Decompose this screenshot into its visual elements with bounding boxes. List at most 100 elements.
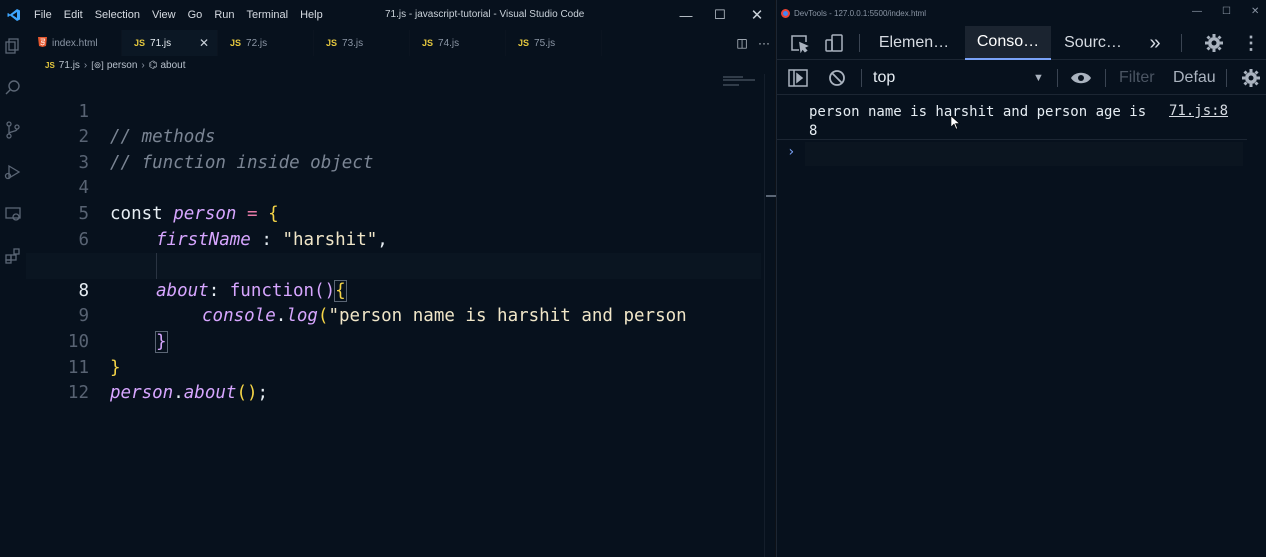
tab-console[interactable]: Conso… (965, 26, 1051, 60)
code-editor[interactable]: 1 // methods 2 // function inside object… (26, 74, 775, 557)
minimize-button[interactable]: — (1192, 6, 1202, 17)
menu-file[interactable]: File (28, 9, 58, 21)
tab-elements[interactable]: Elemen… (873, 26, 955, 60)
menu-help[interactable]: Help (294, 9, 329, 21)
extensions-icon[interactable] (3, 246, 23, 266)
js-file-icon: JS (518, 38, 530, 48)
code-line: 10 } (26, 304, 761, 378)
vscode-logo-icon[interactable] (0, 0, 28, 30)
activity-bar (0, 30, 26, 557)
devtools-window: DevTools - 127.0.0.1:5500/index.html — ☐… (776, 0, 1266, 557)
close-button[interactable]: ✕ (738, 0, 776, 30)
source-control-icon[interactable] (3, 120, 23, 140)
menu-selection[interactable]: Selection (89, 9, 146, 21)
method-icon: ⌬ (148, 59, 158, 71)
search-icon[interactable] (3, 78, 23, 98)
chrome-icon (781, 8, 790, 18)
js-file-icon: JS (45, 60, 55, 70)
editor-scrollbar[interactable] (764, 74, 776, 557)
console-output[interactable]: person name is harshit and person age is… (777, 96, 1266, 557)
menu-bar: File Edit Selection View Go Run Terminal… (28, 9, 329, 21)
devtools-title-bar: DevTools - 127.0.0.1:5500/index.html — ☐… (777, 0, 1266, 26)
code-line: 9 } (26, 279, 761, 353)
clear-console-icon[interactable] (825, 61, 849, 95)
tab-75-js[interactable]: JS 75.js (506, 30, 602, 56)
maximize-button[interactable]: ☐ (1222, 6, 1231, 17)
separator (1181, 34, 1182, 52)
code-text: person.about(); (110, 381, 268, 407)
method: about (183, 383, 237, 404)
paren: () (236, 383, 258, 404)
line-number: 12 (67, 383, 89, 404)
js-file-icon: JS (134, 38, 146, 48)
maximize-button[interactable]: ☐ (701, 0, 739, 30)
tab-73-js[interactable]: JS 73.js (314, 30, 410, 56)
tab-74-js[interactable]: JS 74.js (410, 30, 506, 56)
show-sidebar-icon[interactable] (785, 61, 811, 95)
log-levels-dropdown[interactable]: Defau (1173, 61, 1223, 95)
code-line: 5 firstName : "harshit", (26, 176, 761, 250)
more-actions-icon[interactable]: ··· (753, 36, 775, 50)
separator (859, 34, 860, 52)
context-label: top (873, 69, 896, 86)
explorer-icon[interactable] (3, 36, 23, 56)
code-line: 1 // methods (26, 74, 761, 148)
context-selector[interactable]: top ▼ (873, 61, 1045, 95)
console-settings-gear-icon[interactable] (1239, 61, 1263, 95)
code-line: 7 about: function(){ (26, 228, 761, 302)
html-file-icon (38, 37, 47, 49)
remote-explorer-icon[interactable] (3, 204, 23, 224)
menu-edit[interactable]: Edit (58, 9, 89, 21)
separator (861, 69, 862, 87)
window-title: 71.js - javascript-tutorial - Visual Stu… (385, 9, 585, 20)
code-line: 2 // function inside object (26, 100, 761, 173)
minimize-button[interactable]: — (667, 0, 705, 30)
kebab-menu-icon[interactable]: ⋮ (1241, 26, 1261, 60)
console-input[interactable] (805, 142, 1243, 166)
console-toolbar: top ▼ Filter Defau (777, 61, 1266, 95)
menu-terminal[interactable]: Terminal (241, 9, 295, 21)
js-file-icon: JS (230, 38, 242, 48)
device-toolbar-icon[interactable] (821, 26, 847, 60)
menu-view[interactable]: View (146, 9, 182, 21)
js-file-icon: JS (422, 38, 434, 48)
code-line: 4 const person = { (26, 151, 761, 224)
code-line: 12 (26, 356, 761, 403)
breadcrumb: JS 71.js › [⊚] person › ⌬ about (26, 56, 775, 74)
breadcrumb-symbol-person[interactable]: person (107, 60, 138, 71)
chevron-right-icon: › (83, 59, 88, 71)
separator (1057, 69, 1058, 87)
tab-label: 75.js (534, 37, 556, 49)
menu-run[interactable]: Run (208, 9, 240, 21)
live-expression-eye-icon[interactable] (1067, 61, 1095, 95)
console-message-text: person name is harshit and person age is… (809, 104, 1147, 139)
punctuation: . (173, 383, 184, 404)
dropdown-arrow-icon: ▼ (1033, 72, 1044, 84)
split-editor-icon[interactable]: ◫ (731, 36, 753, 50)
breadcrumb-file[interactable]: 71.js (59, 60, 80, 71)
console-message-source-link[interactable]: 71.js:8 (1169, 103, 1228, 119)
breadcrumb-symbol-about[interactable]: about (160, 60, 185, 71)
run-debug-icon[interactable] (3, 162, 23, 182)
separator (1105, 69, 1106, 87)
tab-index-html[interactable]: index.html (26, 30, 122, 56)
variable-icon: [⊚] (91, 59, 104, 70)
settings-gear-icon[interactable] (1201, 26, 1227, 60)
mouse-cursor-icon (950, 115, 961, 134)
tab-72-js[interactable]: JS 72.js (218, 30, 314, 56)
more-tabs-icon[interactable]: » (1141, 26, 1169, 60)
inspect-element-icon[interactable] (785, 26, 813, 60)
separator (1226, 69, 1227, 87)
tab-label: 74.js (438, 37, 460, 49)
punctuation: ; (257, 383, 269, 404)
close-tab-icon[interactable]: ✕ (199, 36, 209, 50)
filter-input[interactable]: Filter (1119, 61, 1163, 95)
close-button[interactable]: ✕ (1251, 6, 1259, 17)
devtools-tabbar: Elemen… Conso… Sourc… » ⋮ (777, 26, 1266, 60)
code-line: 11 person.about(); (26, 330, 761, 404)
tab-sources[interactable]: Sourc… (1055, 26, 1131, 60)
menu-go[interactable]: Go (182, 9, 209, 21)
code-line-current: 8 console.log("person name is harshit an… (26, 253, 761, 326)
indent-guide (156, 253, 157, 279)
tab-71-js[interactable]: JS 71.js ✕ (122, 30, 218, 56)
